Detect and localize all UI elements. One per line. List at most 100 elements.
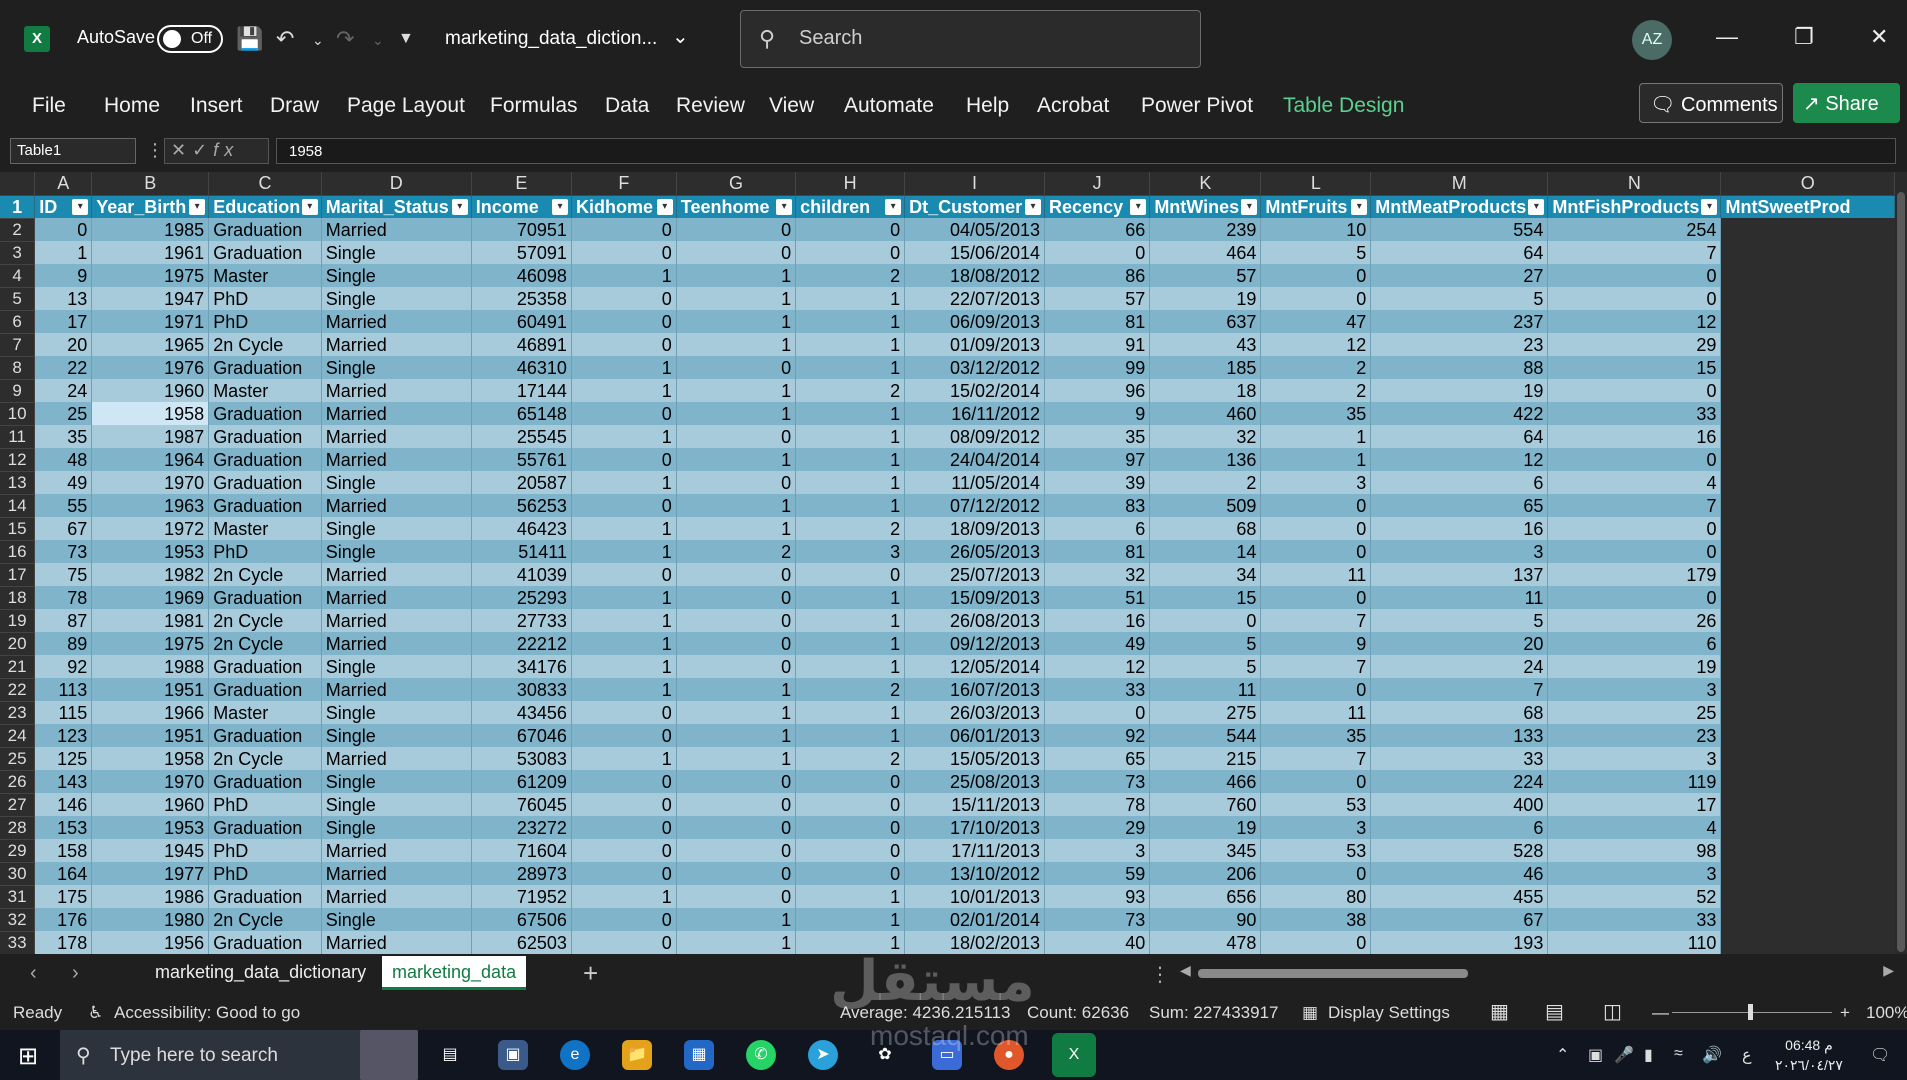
cell[interactable]: 6 bbox=[1044, 517, 1151, 540]
cell[interactable]: 1 bbox=[795, 632, 906, 655]
cell[interactable]: 08/09/2012 bbox=[904, 425, 1046, 448]
cell[interactable]: 78 bbox=[1044, 793, 1151, 816]
cell[interactable]: 87 bbox=[34, 609, 93, 632]
cell[interactable]: 16 bbox=[1547, 425, 1722, 448]
cell[interactable]: Graduation bbox=[208, 655, 322, 678]
cell[interactable]: 0 bbox=[1260, 862, 1372, 885]
cell[interactable]: 20 bbox=[34, 333, 93, 356]
cell[interactable]: 65148 bbox=[471, 402, 572, 425]
tab-review[interactable]: Review bbox=[676, 94, 745, 118]
cell[interactable]: Graduation bbox=[208, 218, 322, 241]
cell[interactable]: Married bbox=[321, 931, 472, 954]
cell[interactable]: 466 bbox=[1149, 770, 1262, 793]
cell[interactable]: 0 bbox=[1260, 264, 1372, 287]
cell[interactable]: Single bbox=[321, 701, 472, 724]
cell[interactable]: 24/04/2014 bbox=[904, 448, 1046, 471]
cell[interactable]: Married bbox=[321, 586, 472, 609]
cell[interactable]: 57091 bbox=[471, 241, 572, 264]
cell[interactable]: 509 bbox=[1149, 494, 1262, 517]
cell[interactable]: Single bbox=[321, 816, 472, 839]
cell[interactable]: 7 bbox=[1260, 747, 1372, 770]
cell[interactable]: 1972 bbox=[91, 517, 210, 540]
cell[interactable]: Married bbox=[321, 563, 472, 586]
table-column-header[interactable]: MntFishProducts ▾ bbox=[1547, 195, 1722, 218]
battery-icon[interactable]: ▮ bbox=[1644, 1045, 1653, 1065]
undo-dropdown-icon[interactable]: ⌄ bbox=[312, 32, 324, 49]
cell[interactable]: 1 bbox=[571, 632, 677, 655]
cell[interactable]: 43 bbox=[1149, 333, 1262, 356]
column-header[interactable]: J bbox=[1044, 172, 1151, 196]
column-header[interactable]: K bbox=[1149, 172, 1262, 196]
cell[interactable]: 25 bbox=[1547, 701, 1722, 724]
cell[interactable]: 96 bbox=[1044, 379, 1151, 402]
vertical-scrollbar[interactable] bbox=[1895, 172, 1907, 954]
cell[interactable]: Graduation bbox=[208, 241, 322, 264]
filter-dropdown-icon[interactable]: ▾ bbox=[1025, 198, 1042, 215]
table-column-header[interactable]: Marital_Status ▾ bbox=[321, 195, 472, 218]
sheet-tab-dictionary[interactable]: marketing_data_dictionary bbox=[155, 962, 366, 983]
cell[interactable]: 0 bbox=[571, 333, 677, 356]
cell[interactable]: 1 bbox=[676, 724, 797, 747]
cell[interactable]: 1986 bbox=[91, 885, 210, 908]
zoom-in-icon[interactable]: + bbox=[1840, 1003, 1850, 1023]
cell[interactable]: Married bbox=[321, 862, 472, 885]
column-header[interactable]: L bbox=[1260, 172, 1372, 196]
cell[interactable]: 0 bbox=[571, 793, 677, 816]
cell[interactable]: 51411 bbox=[471, 540, 572, 563]
cell[interactable]: 40 bbox=[1044, 931, 1151, 954]
tab-view[interactable]: View bbox=[769, 94, 814, 118]
cell[interactable]: 143 bbox=[34, 770, 93, 793]
cell[interactable]: 1956 bbox=[91, 931, 210, 954]
cell[interactable]: Graduation bbox=[208, 494, 322, 517]
cell[interactable]: 26 bbox=[1547, 609, 1722, 632]
cell[interactable]: 16/07/2013 bbox=[904, 678, 1046, 701]
cell[interactable]: 0 bbox=[1547, 517, 1722, 540]
cell[interactable]: 1958 bbox=[91, 747, 210, 770]
table-column-header[interactable]: Teenhome ▾ bbox=[676, 195, 797, 218]
cell[interactable]: 1 bbox=[676, 747, 797, 770]
redo-icon[interactable]: ↷ bbox=[336, 26, 354, 52]
cell[interactable]: 5 bbox=[1370, 287, 1549, 310]
cell[interactable]: 17 bbox=[34, 310, 93, 333]
cell[interactable]: Single bbox=[321, 793, 472, 816]
row-header[interactable]: 27 bbox=[0, 793, 36, 817]
microphone-icon[interactable]: 🎤 bbox=[1614, 1045, 1634, 1065]
cell[interactable]: 175 bbox=[34, 885, 93, 908]
cell[interactable]: 0 bbox=[571, 287, 677, 310]
cell[interactable]: 51 bbox=[1044, 586, 1151, 609]
cell[interactable]: 11 bbox=[1149, 678, 1262, 701]
scroll-left-icon[interactable]: ◀ bbox=[1180, 962, 1191, 979]
row-header[interactable]: 3 bbox=[0, 241, 36, 265]
row-header[interactable]: 2 bbox=[0, 218, 36, 242]
cell[interactable]: 35 bbox=[34, 425, 93, 448]
cell[interactable]: 0 bbox=[1260, 287, 1372, 310]
cell[interactable]: 64 bbox=[1370, 425, 1549, 448]
row-header[interactable]: 12 bbox=[0, 448, 36, 472]
cell[interactable]: 1 bbox=[676, 379, 797, 402]
cell[interactable]: 0 bbox=[1260, 586, 1372, 609]
cell[interactable]: 1 bbox=[795, 287, 906, 310]
cell[interactable]: 46310 bbox=[471, 356, 572, 379]
cell[interactable]: 86 bbox=[1044, 264, 1151, 287]
cell[interactable]: 15/05/2013 bbox=[904, 747, 1046, 770]
cell[interactable]: PhD bbox=[208, 839, 322, 862]
cell[interactable]: 55 bbox=[34, 494, 93, 517]
scroll-right-icon[interactable]: ▶ bbox=[1883, 962, 1894, 979]
cell[interactable]: 10/01/2013 bbox=[904, 885, 1046, 908]
cell[interactable]: 0 bbox=[1044, 241, 1151, 264]
column-header[interactable]: G bbox=[676, 172, 797, 196]
column-header[interactable]: O bbox=[1720, 172, 1895, 196]
cell[interactable]: 11 bbox=[1370, 586, 1549, 609]
cell[interactable]: 3 bbox=[1260, 816, 1372, 839]
cell[interactable]: 1988 bbox=[91, 655, 210, 678]
cell[interactable]: 0 bbox=[1260, 931, 1372, 954]
cell[interactable]: 02/01/2014 bbox=[904, 908, 1046, 931]
horizontal-scrollbar[interactable]: ◀ ▶ bbox=[1180, 962, 1894, 980]
cell[interactable]: 16/11/2012 bbox=[904, 402, 1046, 425]
cell[interactable]: 60491 bbox=[471, 310, 572, 333]
cell[interactable]: 2 bbox=[795, 747, 906, 770]
cell[interactable]: 0 bbox=[571, 724, 677, 747]
cell[interactable]: 15/06/2014 bbox=[904, 241, 1046, 264]
cell[interactable]: 33 bbox=[1044, 678, 1151, 701]
cell[interactable]: 1 bbox=[676, 402, 797, 425]
